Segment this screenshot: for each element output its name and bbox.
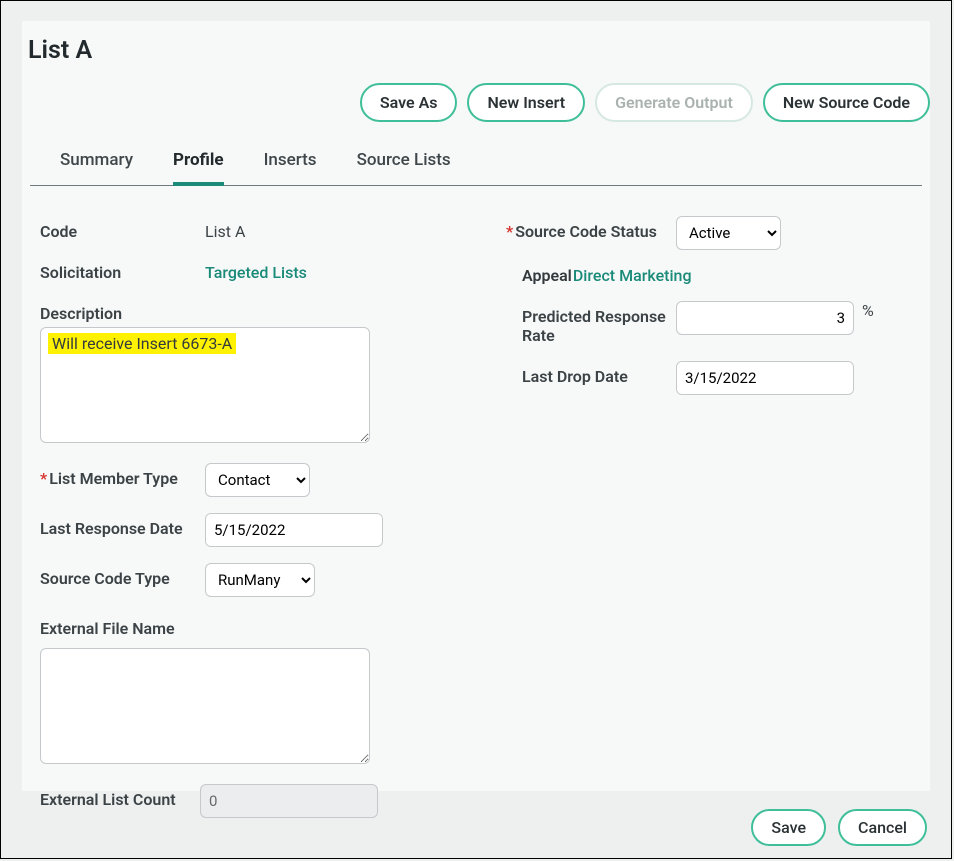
- tab-bar: Summary Profile Inserts Source Lists: [30, 140, 922, 186]
- new-insert-button[interactable]: New Insert: [467, 83, 585, 122]
- solicitation-link[interactable]: Targeted Lists: [205, 257, 307, 282]
- tab-summary[interactable]: Summary: [60, 140, 133, 185]
- code-label: Code: [40, 216, 205, 241]
- predicted-rate-field[interactable]: [676, 301, 854, 335]
- external-list-count-field: [200, 784, 378, 818]
- tab-source-lists[interactable]: Source Lists: [357, 140, 451, 185]
- save-as-button[interactable]: Save As: [360, 83, 458, 122]
- appeal-label: Appeal: [522, 266, 572, 285]
- source-code-status-label: *Source Code Status: [506, 216, 676, 241]
- external-file-name-field[interactable]: [40, 648, 370, 764]
- required-marker: *: [506, 222, 513, 241]
- external-file-name-label: External File Name: [40, 613, 446, 638]
- source-code-type-label: Source Code Type: [40, 563, 205, 588]
- last-response-date-input[interactable]: [206, 514, 383, 546]
- cancel-button[interactable]: Cancel: [838, 809, 927, 846]
- list-member-type-label: *List Member Type: [40, 463, 205, 488]
- tab-inserts[interactable]: Inserts: [264, 140, 317, 185]
- footer-actions: Save Cancel: [751, 809, 927, 846]
- appeal-link[interactable]: Direct Marketing: [573, 266, 692, 285]
- required-marker: *: [40, 469, 47, 488]
- external-list-count-label: External List Count: [40, 784, 200, 809]
- description-label: Description: [40, 298, 446, 323]
- right-column: *Source Code Status Active Appeal Direct…: [506, 216, 912, 834]
- last-drop-date-label: Last Drop Date: [506, 361, 676, 386]
- left-column: Code List A Solicitation Targeted Lists …: [40, 216, 446, 834]
- form-area: Code List A Solicitation Targeted Lists …: [22, 186, 930, 844]
- source-code-type-select[interactable]: RunMany: [205, 563, 315, 597]
- action-bar: Save As New Insert Generate Output New S…: [22, 75, 930, 140]
- tab-profile[interactable]: Profile: [173, 140, 224, 186]
- solicitation-label: Solicitation: [40, 257, 205, 282]
- source-code-status-select[interactable]: Active: [676, 216, 781, 250]
- last-drop-date-input[interactable]: [677, 362, 854, 394]
- last-drop-date-field[interactable]: [676, 361, 854, 395]
- code-value: List A: [205, 216, 245, 241]
- panel: List A Save As New Insert Generate Outpu…: [22, 21, 930, 791]
- list-member-type-select[interactable]: Contact: [205, 463, 310, 497]
- page-title: List A: [22, 21, 930, 75]
- predicted-rate-label: Predicted Response Rate: [506, 301, 676, 345]
- save-button[interactable]: Save: [751, 809, 826, 846]
- last-response-date-field[interactable]: [205, 513, 383, 547]
- percent-unit: %: [862, 301, 874, 320]
- description-field[interactable]: [40, 327, 370, 443]
- generate-output-button: Generate Output: [595, 83, 753, 122]
- last-response-date-label: Last Response Date: [40, 513, 205, 538]
- new-source-code-button[interactable]: New Source Code: [763, 83, 930, 122]
